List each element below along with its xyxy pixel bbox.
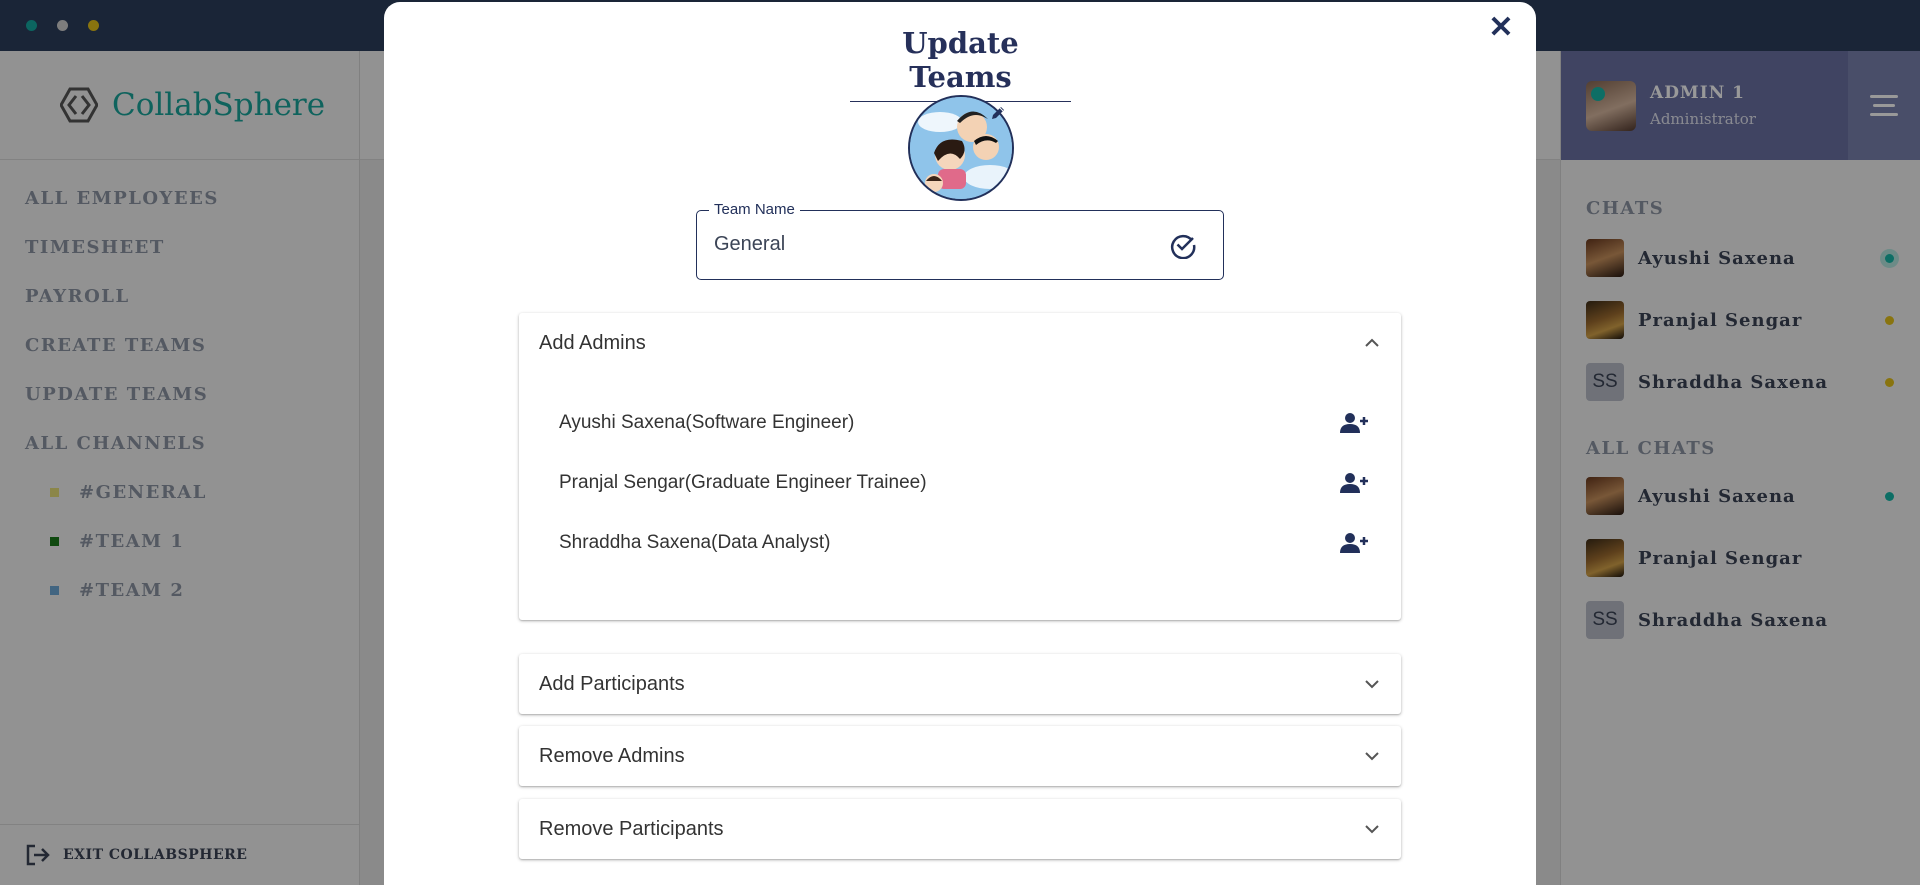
chevron-down-icon [1365,752,1379,761]
accordion-add-participants: Add Participants [519,654,1401,714]
team-name-input[interactable] [714,233,1134,256]
accordion-title: Remove Admins [539,744,685,767]
list-item: Ayushi Saxena(Software Engineer) [519,393,1401,453]
chevron-up-icon [1365,338,1379,347]
accordion-header[interactable]: Remove Participants [519,799,1401,859]
close-icon[interactable]: ✕ [1484,10,1518,44]
add-user-icon[interactable] [1339,411,1369,435]
accordion-header[interactable]: Add Participants [519,654,1401,714]
team-name-label: Team Name [709,201,800,218]
admin-candidate-label: Shraddha Saxena(Data Analyst) [559,532,831,553]
accordion-header[interactable]: Remove Admins [519,726,1401,786]
accordion-header[interactable]: Add Admins [519,313,1401,373]
list-item: Pranjal Sengar(Graduate Engineer Trainee… [519,453,1401,513]
list-item: Shraddha Saxena(Data Analyst) [519,513,1401,573]
add-user-icon[interactable] [1339,531,1369,555]
check-circle-icon[interactable] [1169,231,1197,259]
update-teams-modal: ✕ Update Teams Team Name General Add Adm… [384,2,1536,885]
accordion-remove-participants: Remove Participants [519,799,1401,859]
accordion-title: Remove Participants [539,817,724,840]
edit-icon[interactable] [986,101,1010,125]
admin-candidate-label: Ayushi Saxena(Software Engineer) [559,412,855,433]
modal-title: Update Teams [850,26,1071,102]
admin-candidate-label: Pranjal Sengar(Graduate Engineer Trainee… [559,472,927,493]
chevron-down-icon [1365,825,1379,834]
accordion-title: Add Admins [539,331,646,354]
chevron-down-icon [1365,680,1379,689]
accordion-remove-admins: Remove Admins [519,726,1401,786]
team-name-field[interactable]: Team Name [696,201,1224,280]
accordion-title: Add Participants [539,672,685,695]
add-user-icon[interactable] [1339,471,1369,495]
accordion-add-admins: Add Admins Ayushi Saxena(Software Engine… [519,313,1401,620]
